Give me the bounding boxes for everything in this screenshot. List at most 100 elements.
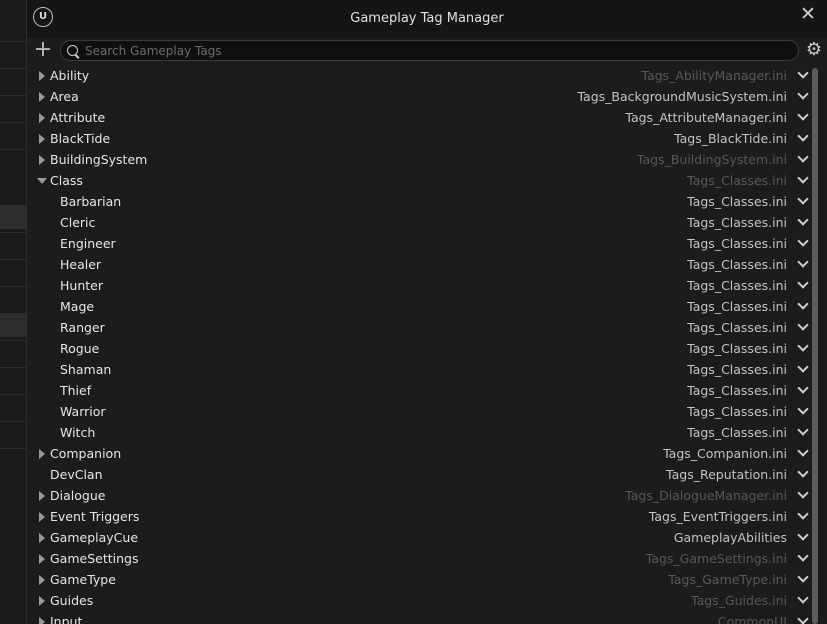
tag-row[interactable]: Rogue Tags_Classes.ini <box>31 338 811 359</box>
scrollbar-thumb[interactable] <box>812 68 818 624</box>
chevron-down-icon[interactable] <box>798 468 808 478</box>
expand-arrow-right-icon[interactable] <box>39 596 45 606</box>
chevron-down-icon[interactable] <box>798 237 808 247</box>
tag-name: Companion <box>50 446 122 461</box>
tag-row[interactable]: GameSettings Tags_GameSettings.ini <box>31 548 811 569</box>
expand-arrow-right-icon[interactable] <box>39 155 45 165</box>
expand-arrow-right-icon[interactable] <box>39 92 45 102</box>
tag-source: Tags_AbilityManager.ini <box>641 68 787 83</box>
add-tag-button[interactable]: + <box>33 39 53 61</box>
tag-row[interactable]: Mage Tags_Classes.ini <box>31 296 811 317</box>
chevron-down-icon[interactable] <box>798 363 808 373</box>
search-box[interactable] <box>60 40 799 61</box>
chevron-down-icon[interactable] <box>798 447 808 457</box>
expand-arrow-right-icon[interactable] <box>39 449 45 459</box>
chevron-down-icon[interactable] <box>798 195 808 205</box>
expand-arrow-right-icon[interactable] <box>39 512 45 522</box>
tag-name: Event Triggers <box>50 509 140 524</box>
close-icon[interactable]: ✕ <box>798 3 818 25</box>
tag-row[interactable]: Barbarian Tags_Classes.ini <box>31 191 811 212</box>
tag-source: Tags_BackgroundMusicSystem.ini <box>577 89 787 104</box>
expand-arrow-right-icon[interactable] <box>39 71 45 81</box>
chevron-down-icon[interactable] <box>798 426 808 436</box>
chevron-down-icon[interactable] <box>798 510 808 520</box>
tag-name: Cleric <box>60 215 96 230</box>
chevron-down-icon[interactable] <box>798 174 808 184</box>
tag-name: DevClan <box>50 467 103 482</box>
expand-arrow-down-icon[interactable] <box>37 178 47 184</box>
chevron-down-icon[interactable] <box>798 384 808 394</box>
expand-arrow-right-icon[interactable] <box>39 491 45 501</box>
tag-name: Rogue <box>60 341 100 356</box>
tag-row[interactable]: BlackTide Tags_BlackTide.ini <box>31 128 811 149</box>
chevron-down-icon[interactable] <box>798 279 808 289</box>
tag-source: Tags_BlackTide.ini <box>674 131 787 146</box>
chevron-down-icon[interactable] <box>798 69 808 79</box>
tag-source: Tags_Guides.ini <box>691 593 787 608</box>
chevron-down-icon[interactable] <box>798 90 808 100</box>
tag-row[interactable]: Guides Tags_Guides.ini <box>31 590 811 611</box>
chevron-down-icon[interactable] <box>798 573 808 583</box>
tag-name: GameplayCue <box>50 530 139 545</box>
tag-row[interactable]: Class Tags_Classes.ini <box>31 170 811 191</box>
background-highlight <box>0 313 26 337</box>
tag-row[interactable]: Hunter Tags_Classes.ini <box>31 275 811 296</box>
search-icon <box>67 45 78 56</box>
chevron-down-icon[interactable] <box>798 615 808 624</box>
tag-row[interactable]: Ranger Tags_Classes.ini <box>31 317 811 338</box>
chevron-down-icon[interactable] <box>798 405 808 415</box>
tag-row[interactable]: GameType Tags_GameType.ini <box>31 569 811 590</box>
tag-row[interactable]: Attribute Tags_AttributeManager.ini <box>31 107 811 128</box>
tag-source: Tags_Classes.ini <box>687 341 787 356</box>
chevron-down-icon[interactable] <box>798 111 808 121</box>
tag-row[interactable]: Ability Tags_AbilityManager.ini <box>31 65 811 86</box>
tag-row[interactable]: Warrior Tags_Classes.ini <box>31 401 811 422</box>
expand-arrow-right-icon[interactable] <box>39 113 45 123</box>
tag-row[interactable]: Witch Tags_Classes.ini <box>31 422 811 443</box>
chevron-down-icon[interactable] <box>798 216 808 226</box>
tag-row[interactable]: GameplayCue GameplayAbilities <box>31 527 811 548</box>
expand-arrow-right-icon[interactable] <box>39 617 45 624</box>
tag-name: Hunter <box>60 278 103 293</box>
tag-row[interactable]: Cleric Tags_Classes.ini <box>31 212 811 233</box>
tag-row[interactable]: Engineer Tags_Classes.ini <box>31 233 811 254</box>
chevron-down-icon[interactable] <box>798 489 808 499</box>
tag-source: Tags_DialogueManager.ini <box>625 488 787 503</box>
expand-arrow-right-icon[interactable] <box>39 533 45 543</box>
chevron-down-icon[interactable] <box>798 342 808 352</box>
scrollbar[interactable] <box>811 66 819 624</box>
tag-name: GameType <box>50 572 116 587</box>
tag-row[interactable]: DevClan Tags_Reputation.ini <box>31 464 811 485</box>
tag-row[interactable]: Shaman Tags_Classes.ini <box>31 359 811 380</box>
chevron-down-icon[interactable] <box>798 258 808 268</box>
expand-arrow-right-icon[interactable] <box>39 554 45 564</box>
tag-row[interactable]: BuildingSystem Tags_BuildingSystem.ini <box>31 149 811 170</box>
chevron-down-icon[interactable] <box>798 552 808 562</box>
chevron-down-icon[interactable] <box>798 132 808 142</box>
divider <box>0 68 26 69</box>
window-title: Gameplay Tag Manager <box>350 11 504 26</box>
tag-name: Shaman <box>60 362 112 377</box>
tag-name: Barbarian <box>60 194 122 209</box>
tag-source: Tags_Classes.ini <box>687 173 787 188</box>
expand-arrow-right-icon[interactable] <box>39 134 45 144</box>
chevron-down-icon[interactable] <box>798 594 808 604</box>
chevron-down-icon[interactable] <box>798 321 808 331</box>
tag-name: Area <box>50 89 79 104</box>
tag-row[interactable]: Healer Tags_Classes.ini <box>31 254 811 275</box>
title-bar[interactable]: U Gameplay Tag Manager ✕ <box>27 0 827 38</box>
tag-source: Tags_Classes.ini <box>687 236 787 251</box>
tag-row[interactable]: Input CommonUI <box>31 611 811 624</box>
divider <box>0 41 26 42</box>
search-input[interactable] <box>85 41 785 60</box>
chevron-down-icon[interactable] <box>798 531 808 541</box>
chevron-down-icon[interactable] <box>798 300 808 310</box>
chevron-down-icon[interactable] <box>798 153 808 163</box>
tag-row[interactable]: Event Triggers Tags_EventTriggers.ini <box>31 506 811 527</box>
tag-row[interactable]: Companion Tags_Companion.ini <box>31 443 811 464</box>
settings-button[interactable]: ⚙ <box>803 39 825 61</box>
tag-row[interactable]: Dialogue Tags_DialogueManager.ini <box>31 485 811 506</box>
tag-row[interactable]: Area Tags_BackgroundMusicSystem.ini <box>31 86 811 107</box>
expand-arrow-right-icon[interactable] <box>39 575 45 585</box>
tag-row[interactable]: Thief Tags_Classes.ini <box>31 380 811 401</box>
